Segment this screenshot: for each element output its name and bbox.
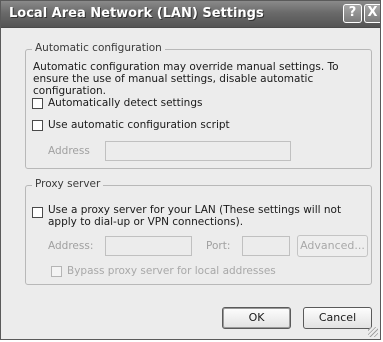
- close-button[interactable]: X: [364, 4, 380, 23]
- automatic-configuration-description: Automatic configuration may override man…: [33, 61, 339, 97]
- cancel-button[interactable]: Cancel: [303, 307, 372, 329]
- proxy-server-label: Proxy server: [32, 178, 104, 190]
- detect-settings-checkbox[interactable]: [32, 98, 43, 109]
- detect-settings-label[interactable]: Automatically detect settings: [48, 97, 202, 109]
- config-script-checkbox[interactable]: [32, 120, 43, 131]
- proxy-address-field: [105, 236, 192, 256]
- advanced-button: Advanced...: [297, 235, 368, 257]
- automatic-configuration-group: Automatic configuration Automatic config…: [25, 42, 372, 169]
- lan-settings-dialog: Local Area Network (LAN) Settings ? X Au…: [0, 0, 381, 340]
- dialog-title: Local Area Network (LAN) Settings: [9, 6, 264, 21]
- title-bar[interactable]: Local Area Network (LAN) Settings ? X: [1, 1, 380, 28]
- help-button[interactable]: ?: [343, 4, 362, 23]
- proxy-server-group: Proxy server Use a proxy server for your…: [25, 178, 372, 285]
- script-address-label: Address: [48, 145, 90, 157]
- close-icon: X: [367, 5, 378, 20]
- ok-button[interactable]: OK: [222, 307, 291, 329]
- proxy-port-label: Port:: [206, 240, 231, 252]
- proxy-address-label: Address:: [48, 240, 94, 252]
- proxy-port-field: [242, 236, 290, 256]
- resize-grip-icon[interactable]: [368, 327, 378, 337]
- help-icon: ?: [348, 5, 357, 20]
- script-address-field: [105, 141, 291, 161]
- automatic-configuration-label: Automatic configuration: [32, 42, 165, 54]
- use-proxy-label[interactable]: Use a proxy server for your LAN (These s…: [48, 204, 368, 228]
- bypass-local-checkbox: [51, 266, 62, 277]
- use-proxy-checkbox[interactable]: [32, 207, 43, 218]
- bypass-local-label: Bypass proxy server for local addresses: [67, 265, 276, 277]
- config-script-label[interactable]: Use automatic configuration script: [48, 119, 230, 131]
